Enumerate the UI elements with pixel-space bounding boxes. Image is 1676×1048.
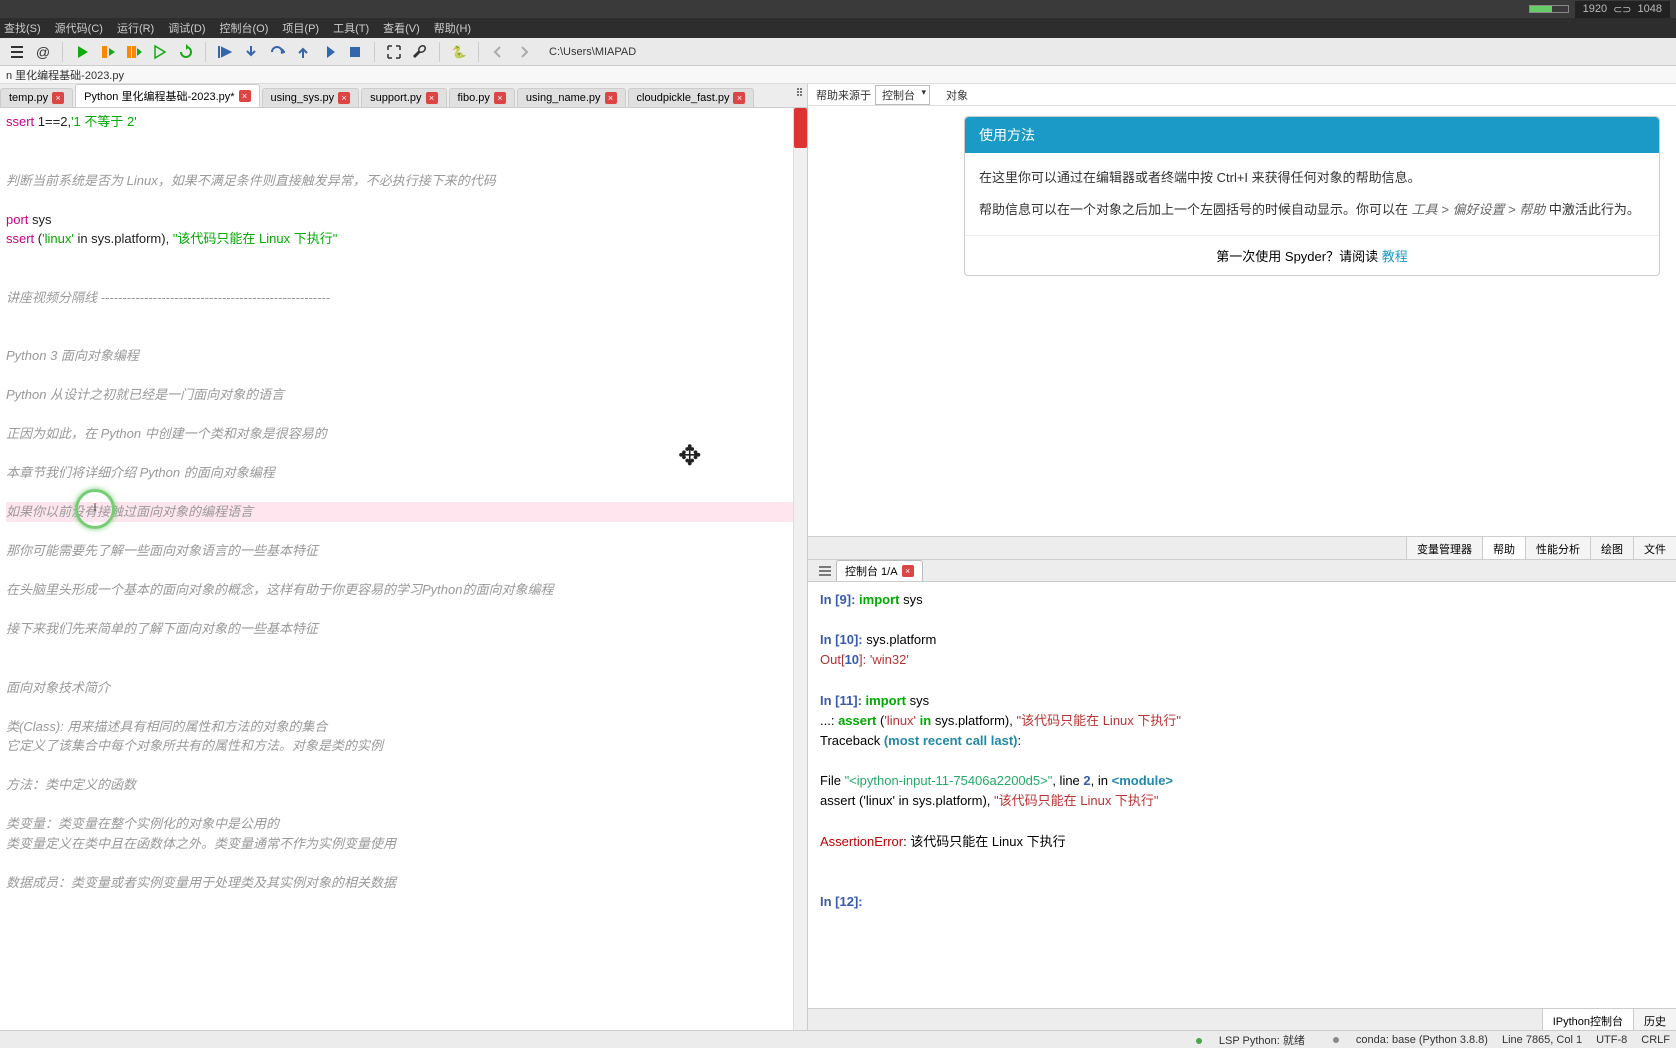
editor-tab[interactable]: cloudpickle_fast.py× (628, 88, 755, 107)
debug-step-icon[interactable] (214, 41, 236, 63)
status-encoding: UTF-8 (1596, 1034, 1627, 1046)
at-icon[interactable]: @ (32, 41, 54, 63)
right-pane-tabs: 变量管理器帮助性能分析绘图文件 (808, 536, 1676, 560)
resolution-badge: 1920⊂⊃1048 (1575, 1, 1670, 18)
close-icon[interactable]: × (239, 90, 251, 102)
debug-into-icon[interactable] (240, 41, 262, 63)
close-icon[interactable]: × (338, 92, 350, 104)
right-pane: 帮助来源于 控制台 对象 使用方法 在这里你可以通过在编辑器或者终端中按 Ctr… (808, 84, 1676, 1030)
debug-stop-icon[interactable] (344, 41, 366, 63)
menu-item[interactable]: 帮助(H) (434, 20, 471, 36)
close-icon[interactable]: × (52, 92, 64, 104)
close-icon[interactable]: × (902, 565, 914, 577)
right-tab[interactable]: 文件 (1633, 537, 1676, 559)
editor-tabbar: temp.py×Python 里化编程基础-2023.py*×using_sys… (0, 84, 807, 108)
python-icon[interactable]: 🐍 (448, 41, 470, 63)
menu-item[interactable]: 源代码(C) (55, 20, 103, 36)
tab-label: fibo.py (458, 92, 490, 104)
pane-options-icon[interactable] (797, 88, 807, 98)
right-tab[interactable]: 变量管理器 (1406, 537, 1482, 559)
status-eol: CRLF (1641, 1034, 1670, 1046)
debug-over-icon[interactable] (266, 41, 288, 63)
breadcrumb: n 里化编程基础-2023.py (0, 66, 1676, 84)
debug-continue-icon[interactable] (318, 41, 340, 63)
status-position: Line 7865, Col 1 (1502, 1034, 1582, 1046)
tutorial-link[interactable]: 教程 (1382, 249, 1408, 264)
console-header: 控制台 1/A × (808, 560, 1676, 582)
right-tab[interactable]: 性能分析 (1525, 537, 1590, 559)
console-tab[interactable]: 控制台 1/A × (836, 560, 923, 581)
menu-item[interactable]: 运行(R) (117, 20, 154, 36)
run-selection-icon[interactable] (149, 41, 171, 63)
menu-item[interactable]: 查看(V) (383, 20, 420, 36)
close-icon[interactable]: × (733, 92, 745, 104)
forward-icon[interactable] (513, 41, 535, 63)
editor-tab[interactable]: temp.py × (0, 88, 73, 107)
help-object-label: 对象 (946, 87, 968, 103)
help-card-title: 使用方法 (965, 117, 1659, 153)
run-cell-icon[interactable] (97, 41, 119, 63)
editor-tab[interactable]: using_name.py × (517, 88, 626, 107)
menu-item[interactable]: 查找(S) (4, 20, 41, 36)
right-tab[interactable]: 绘图 (1590, 537, 1633, 559)
run-icon[interactable] (71, 41, 93, 63)
console-footer-tab[interactable]: IPython控制台 (1542, 1009, 1633, 1030)
tab-label: using_sys.py (271, 92, 335, 104)
editor-pane: temp.py×Python 里化编程基础-2023.py*×using_sys… (0, 84, 808, 1030)
menubar[interactable]: 查找(S) 源代码(C) 运行(R) 调试(D) 控制台(O) 项目(P) 工具(T) 查看(… (0, 18, 1676, 38)
editor-scrollbar[interactable] (793, 108, 807, 1030)
os-titlebar: 1920⊂⊃1048 (0, 0, 1676, 18)
console-menu-icon[interactable] (814, 560, 836, 582)
editor-tab[interactable]: Python 里化编程基础-2023.py* × (75, 84, 259, 107)
console-footer-tabs: IPython控制台历史 (808, 1008, 1676, 1030)
close-icon[interactable]: × (494, 92, 506, 104)
battery-icon (1529, 5, 1569, 13)
help-card-footer: 第一次使用 Spyder？请阅读 教程 (965, 235, 1659, 275)
rerun-icon[interactable] (175, 41, 197, 63)
status-lsp: LSP Python: 就绪 (1182, 1032, 1305, 1048)
code-editor[interactable]: ssert 1==2,'1 不等于 2' 判断当前系统是否为 Linux，如果不… (0, 108, 807, 1030)
main-toolbar: @ 🐍 C:\Users\MIAPAD (0, 38, 1676, 66)
help-text-1: 在这里你可以通过在编辑器或者终端中按 Ctrl+I 来获得任何对象的帮助信息。 (979, 167, 1645, 189)
help-source-label: 帮助来源于 (816, 87, 871, 103)
help-body: 使用方法 在这里你可以通过在编辑器或者终端中按 Ctrl+I 来获得任何对象的帮… (808, 106, 1676, 536)
menu-item[interactable]: 控制台(O) (220, 20, 269, 36)
back-icon[interactable] (487, 41, 509, 63)
tab-label: Python 里化编程基础-2023.py* (84, 88, 234, 104)
editor-tab[interactable]: using_sys.py× (262, 88, 360, 107)
help-text-2: 帮助信息可以在一个对象之后加上一个左圆括号的时候自动显示。你可以在 工具 > 偏… (979, 199, 1645, 221)
debug-out-icon[interactable] (292, 41, 314, 63)
tab-label: using_name.py (526, 92, 601, 104)
close-icon[interactable]: × (426, 92, 438, 104)
editor-tab[interactable]: support.py × (361, 88, 446, 107)
help-source-dropdown[interactable]: 控制台 (875, 85, 930, 105)
editor-tab[interactable]: fibo.py × (449, 88, 515, 107)
menu-item[interactable]: 调试(D) (168, 20, 205, 36)
help-toolbar: 帮助来源于 控制台 对象 (808, 84, 1676, 106)
tab-label: cloudpickle_fast.py (637, 92, 730, 104)
console-footer-tab[interactable]: 历史 (1633, 1009, 1676, 1030)
menu-item[interactable]: 项目(P) (282, 20, 319, 36)
close-icon[interactable]: × (605, 92, 617, 104)
statusbar: LSP Python: 就绪 conda: base (Python 3.8.8… (0, 1030, 1676, 1048)
ipython-console[interactable]: In [9]: import sys In [10]: sys.platform… (808, 582, 1676, 1008)
working-dir: C:\Users\MIAPAD (549, 46, 636, 58)
run-cell-advance-icon[interactable] (123, 41, 145, 63)
tab-label: support.py (370, 92, 421, 104)
maximize-icon[interactable] (383, 41, 405, 63)
right-tab[interactable]: 帮助 (1482, 537, 1525, 559)
status-conda: conda: base (Python 3.8.8) (1319, 1034, 1488, 1046)
help-card: 使用方法 在这里你可以通过在编辑器或者终端中按 Ctrl+I 来获得任何对象的帮… (964, 116, 1660, 276)
wrench-icon[interactable] (409, 41, 431, 63)
tab-label: temp.py (9, 92, 48, 104)
menu-item[interactable]: 工具(T) (333, 20, 369, 36)
menu-icon[interactable] (6, 41, 28, 63)
